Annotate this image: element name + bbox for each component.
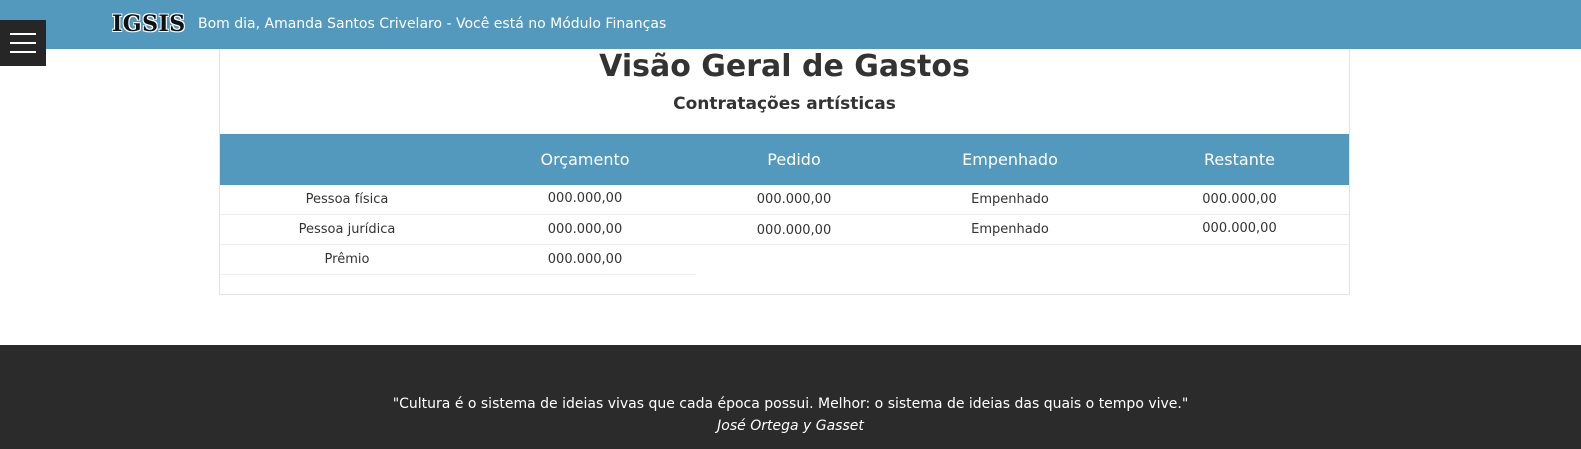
page-title: Visão Geral de Gastos bbox=[599, 49, 970, 84]
column-header-pedido: Pedido bbox=[767, 150, 821, 169]
cell-pedido: 000.000,00 bbox=[756, 192, 832, 207]
menu-button[interactable] bbox=[0, 20, 46, 66]
greeting-text: Bom dia, Amanda Santos Crivelaro - Você … bbox=[198, 16, 667, 32]
cell-orcamento: 000.000,00 bbox=[547, 191, 623, 206]
column-header-empenhado: Empenhado bbox=[962, 150, 1058, 169]
column-header-label bbox=[220, 134, 474, 185]
brand-logo[interactable]: IGSIS bbox=[112, 11, 186, 37]
column-header-orcamento: Orçamento bbox=[540, 150, 630, 169]
table-row: Prêmio 000.000,00 bbox=[220, 245, 696, 275]
cell-pedido: 000.000,00 bbox=[756, 223, 832, 238]
row-label: Pessoa física bbox=[305, 192, 389, 207]
footer-quote-author: José Ortega y Gasset bbox=[717, 418, 864, 434]
top-navbar: IGSIS Bom dia, Amanda Santos Crivelaro -… bbox=[0, 0, 1581, 49]
footer-quote: "Cultura é o sistema de ideias vivas que… bbox=[392, 396, 1189, 412]
cell-empenhado: Empenhado bbox=[971, 192, 1049, 207]
cell-restante: 000.000,00 bbox=[1202, 221, 1277, 236]
expenses-panel: Visão Geral de Gastos Contratações artís… bbox=[219, 49, 1350, 295]
table-row: Pessoa física 000.000,00 000.000,00 Empe… bbox=[220, 185, 1349, 215]
cell-orcamento: 000.000,00 bbox=[547, 222, 623, 237]
cell-orcamento: 000.000,00 bbox=[547, 252, 623, 267]
column-header-restante: Restante bbox=[1204, 150, 1275, 169]
row-label: Pessoa jurídica bbox=[298, 222, 396, 237]
page-subtitle: Contratações artísticas bbox=[673, 94, 896, 114]
table-header: Orçamento Pedido Empenhado Restante bbox=[220, 134, 1349, 185]
cell-restante: 000.000,00 bbox=[1202, 192, 1277, 207]
footer: "Cultura é o sistema de ideias vivas que… bbox=[0, 345, 1581, 449]
cell-empenhado: Empenhado bbox=[971, 222, 1049, 237]
table-row: Pessoa jurídica 000.000,00 000.000,00 Em… bbox=[220, 215, 1349, 245]
row-label: Prêmio bbox=[324, 252, 370, 267]
